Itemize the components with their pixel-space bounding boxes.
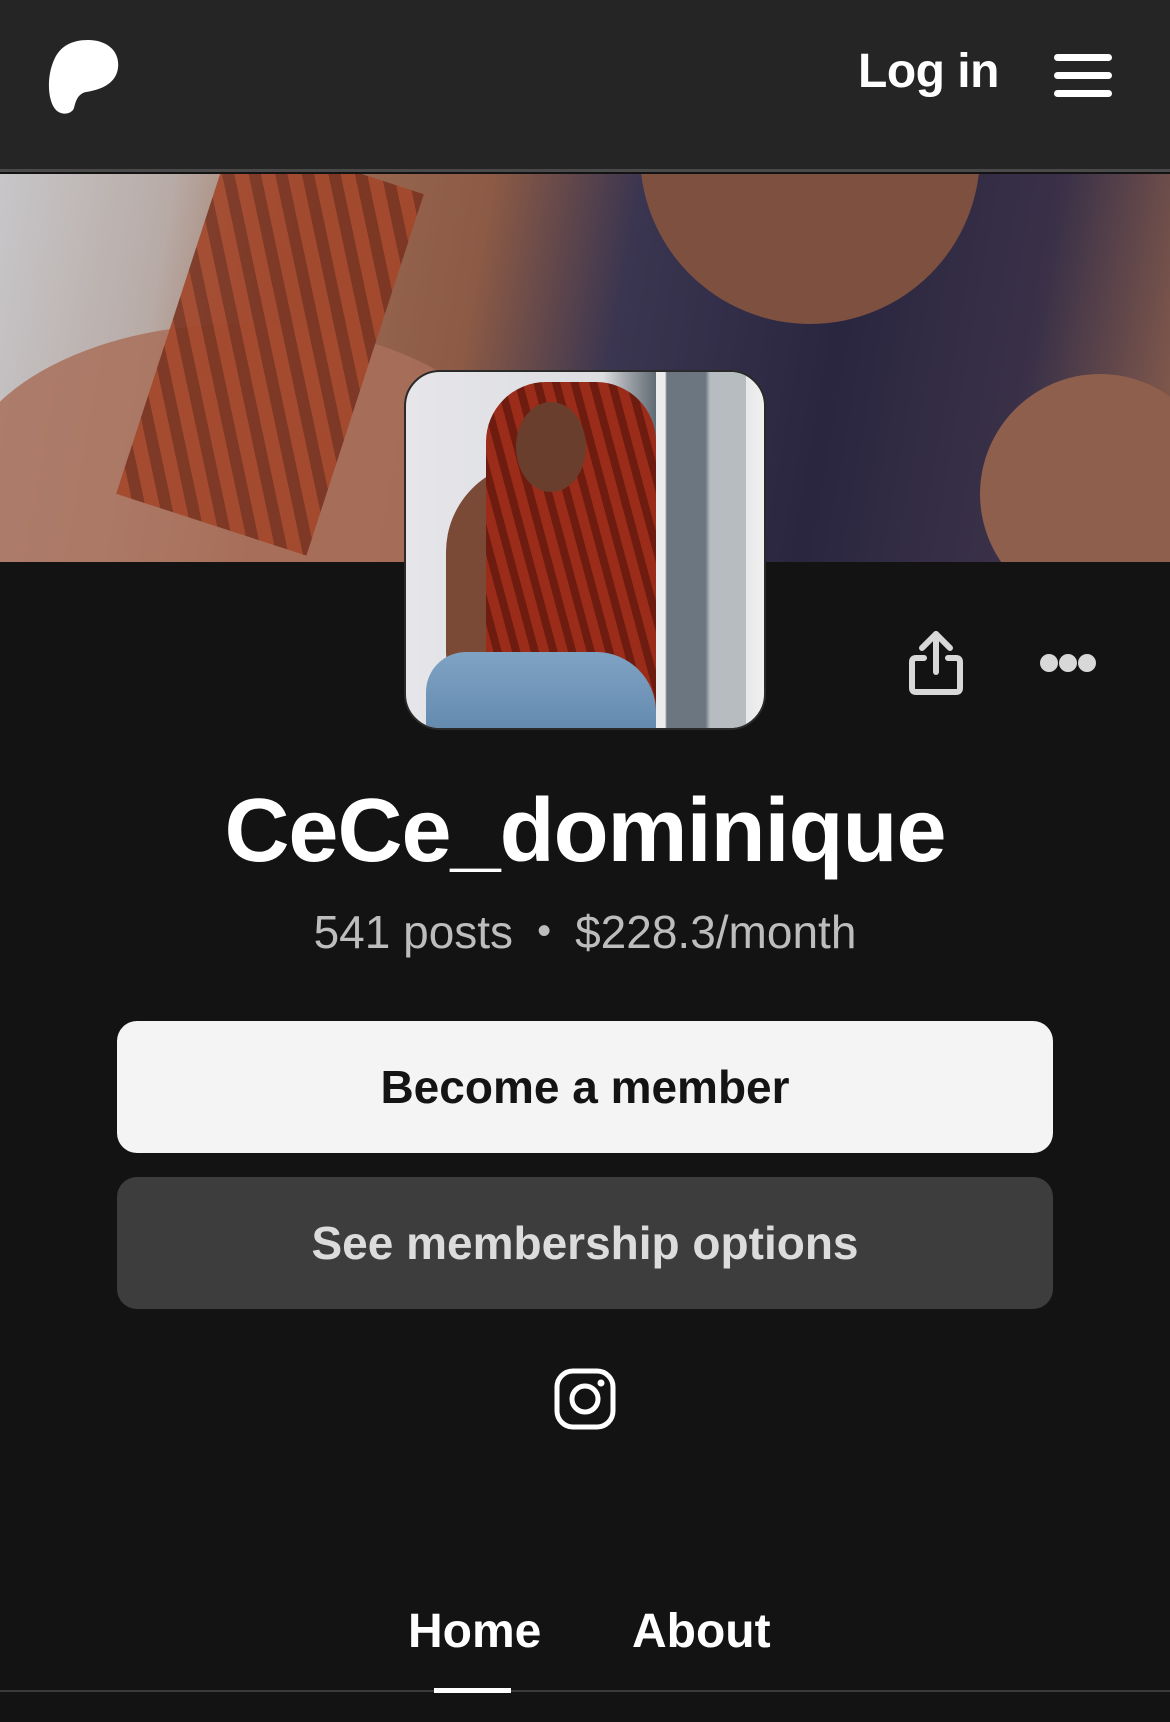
see-membership-options-button[interactable]: See membership options <box>117 1177 1053 1309</box>
hamburger-menu-icon[interactable] <box>1054 54 1112 98</box>
patreon-logo-icon[interactable] <box>48 38 120 114</box>
tab-about[interactable]: About <box>632 1604 771 1659</box>
monthly-earnings: $228.3/month <box>575 906 857 958</box>
profile-page: Log in CeCe_dominique 541 posts • $228.3/m… <box>0 0 1170 1722</box>
stats-separator: • <box>537 909 552 953</box>
become-member-button[interactable]: Become a member <box>117 1021 1053 1153</box>
creator-stats: 541 posts • $228.3/month <box>0 905 1170 959</box>
creator-name: CeCe_dominique <box>224 781 946 881</box>
login-link[interactable]: Log in <box>858 44 999 99</box>
tab-home[interactable]: Home <box>408 1604 541 1659</box>
post-count: 541 posts <box>313 906 514 958</box>
profile-avatar <box>404 370 766 730</box>
instagram-icon[interactable] <box>554 1368 616 1430</box>
top-navigation-bar: Log in <box>0 0 1170 172</box>
active-tab-indicator <box>434 1688 511 1693</box>
tabs-divider <box>0 1690 1170 1692</box>
more-options-icon[interactable] <box>1040 652 1096 674</box>
share-icon[interactable] <box>908 630 964 696</box>
